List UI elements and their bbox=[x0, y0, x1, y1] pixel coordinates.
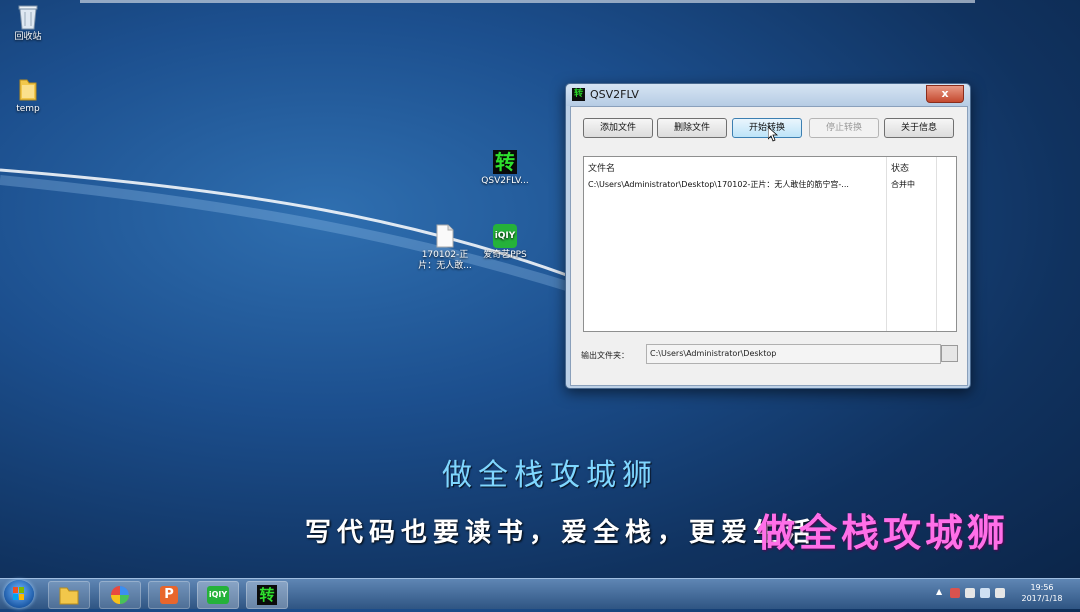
clock-time: 19:56 bbox=[1030, 583, 1054, 592]
desktop-icon-video-file[interactable]: 170102-正片：无人敢... bbox=[413, 224, 477, 272]
subtitle-line-1: 做全栈攻城狮 bbox=[442, 458, 658, 493]
taskbar-wps[interactable]: P bbox=[148, 581, 190, 609]
column-header-status[interactable]: 状态 bbox=[891, 161, 909, 174]
about-button[interactable]: 关于信息 bbox=[884, 118, 954, 138]
desktop-icon-label: temp bbox=[16, 104, 40, 114]
output-folder-label: 输出文件夹： bbox=[581, 351, 629, 360]
file-icon bbox=[436, 224, 454, 248]
desktop-icon-qsv2flv[interactable]: 转 QSV2FLV... bbox=[473, 150, 537, 187]
start-button[interactable] bbox=[4, 580, 34, 608]
qsv2flv-app-icon: 转 bbox=[493, 150, 517, 174]
subtitle-watermark: 做全栈攻城狮 bbox=[757, 510, 1010, 555]
taskbar-explorer[interactable] bbox=[48, 581, 90, 609]
app-icon: 转 bbox=[572, 88, 585, 101]
window-top-edge bbox=[80, 0, 975, 3]
list-item-status: 合并中 bbox=[891, 180, 915, 189]
taskbar: P iQIY 转 ▲ 19:56 2017/1/18 bbox=[0, 578, 1080, 609]
iqiyi-app-icon: iQIY bbox=[493, 224, 517, 248]
folder-icon bbox=[19, 79, 37, 101]
subtitle-line-2: 写代码也要读书，爱全栈，更爱生活 bbox=[305, 518, 818, 548]
start-convert-button[interactable]: 开始转换 bbox=[732, 118, 802, 138]
output-folder-field[interactable]: C:\Users\Administrator\Desktop bbox=[646, 344, 941, 364]
desktop-icon-temp[interactable]: temp bbox=[0, 76, 60, 115]
windows-logo-icon bbox=[13, 587, 24, 600]
presentation-icon: P bbox=[160, 586, 178, 604]
volume-icon[interactable] bbox=[995, 588, 1005, 598]
close-button[interactable]: x bbox=[926, 85, 964, 103]
window-body: 添加文件 删除文件 开始转换 停止转换 关于信息 文件名 状态 C:\Users… bbox=[570, 106, 968, 386]
clock-date: 2017/1/18 bbox=[1021, 594, 1063, 603]
desktop-icon-label: QSV2FLV... bbox=[481, 176, 529, 186]
column-header-filename[interactable]: 文件名 bbox=[588, 161, 615, 174]
qsv2flv-icon: 转 bbox=[257, 585, 277, 605]
desktop-icon-label: 170102-正片：无人敢... bbox=[418, 250, 472, 271]
iqiyi-icon: iQIY bbox=[207, 586, 229, 604]
desktop-icon-recycle-bin[interactable]: 回收站 bbox=[0, 4, 60, 43]
file-list[interactable]: 文件名 状态 C:\Users\Administrator\Desktop\17… bbox=[583, 156, 957, 332]
desktop-icon-label: 回收站 bbox=[14, 32, 42, 42]
tray-app-icon[interactable] bbox=[950, 588, 960, 598]
browse-button[interactable] bbox=[941, 345, 958, 362]
column-divider bbox=[886, 157, 887, 331]
add-file-button[interactable]: 添加文件 bbox=[583, 118, 653, 138]
window-title: QSV2FLV bbox=[590, 88, 639, 101]
desktop-icon-label: 爱奇艺PPS bbox=[483, 250, 527, 260]
flag-icon[interactable] bbox=[965, 588, 975, 598]
list-item-name: C:\Users\Administrator\Desktop\170102-正片… bbox=[588, 180, 849, 189]
pinwheel-icon bbox=[111, 586, 129, 604]
folder-icon bbox=[59, 587, 79, 605]
tray-arrow-icon[interactable]: ▲ bbox=[936, 587, 942, 596]
recycle-bin-icon bbox=[18, 5, 38, 30]
desktop-icon-iqiyi-pps[interactable]: iQIY 爱奇艺PPS bbox=[473, 224, 537, 261]
network-icon[interactable] bbox=[980, 588, 990, 598]
taskbar-iqiyi[interactable]: iQIY bbox=[197, 581, 239, 609]
mouse-cursor-icon bbox=[768, 127, 778, 142]
window-titlebar[interactable]: 转 QSV2FLV x bbox=[566, 84, 970, 106]
taskbar-qsv2flv[interactable]: 转 bbox=[246, 581, 288, 609]
stop-convert-button[interactable]: 停止转换 bbox=[809, 118, 879, 138]
clock[interactable]: 19:56 2017/1/18 bbox=[1012, 582, 1072, 604]
taskbar-photos[interactable] bbox=[99, 581, 141, 609]
delete-file-button[interactable]: 删除文件 bbox=[657, 118, 727, 138]
column-divider bbox=[936, 157, 937, 331]
system-tray: ▲ 19:56 2017/1/18 bbox=[930, 579, 1080, 609]
